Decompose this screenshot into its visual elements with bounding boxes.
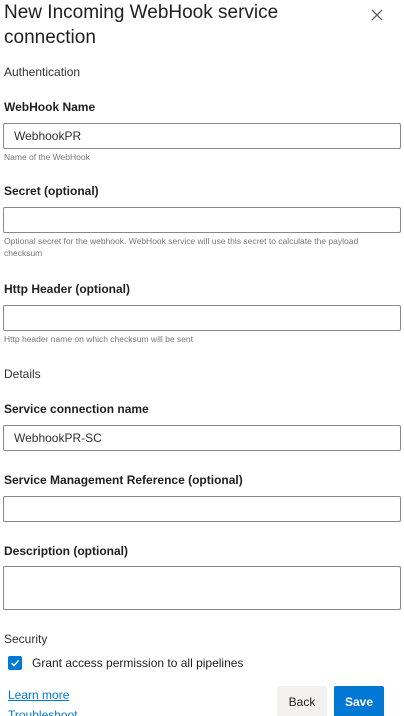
webhook-name-label: WebHook Name [4, 100, 96, 114]
section-details: Details [4, 367, 41, 381]
webhook-name-field[interactable] [3, 123, 401, 149]
grant-access-label: Grant access permission to all pipelines [32, 656, 244, 670]
service-connection-name-field[interactable] [3, 425, 401, 451]
http-header-label: Http Header (optional) [4, 282, 130, 296]
description-label: Description (optional) [4, 544, 128, 558]
panel-title: New Incoming WebHook service connection [4, 2, 279, 48]
service-connection-name-input[interactable] [4, 426, 400, 450]
section-security: Security [4, 632, 48, 646]
webhook-name-input[interactable] [4, 124, 400, 148]
webhook-name-help: Name of the WebHook [4, 152, 90, 162]
section-authentication: Authentication [4, 65, 81, 79]
learn-more-link[interactable]: Learn more [8, 688, 69, 702]
back-button[interactable]: Back [277, 686, 327, 716]
grant-access-checkbox[interactable] [8, 656, 22, 670]
service-management-reference-input[interactable] [4, 497, 400, 521]
service-management-reference-field[interactable] [3, 496, 401, 522]
save-button[interactable]: Save [334, 686, 384, 716]
close-button[interactable] [366, 4, 388, 26]
troubleshoot-link[interactable]: Troubleshoot [8, 708, 78, 716]
checkmark-icon [10, 659, 20, 667]
secret-field[interactable] [3, 207, 401, 233]
description-textarea[interactable] [4, 567, 400, 609]
description-field[interactable] [3, 566, 401, 610]
secret-help: Optional secret for the webhook. WebHook… [4, 236, 359, 258]
service-management-reference-label: Service Management Reference (optional) [4, 473, 243, 487]
secret-input[interactable] [4, 208, 400, 232]
service-connection-panel: New Incoming WebHook service connection … [0, 0, 404, 716]
http-header-help: Http header name on which checksum will … [4, 334, 193, 344]
service-connection-name-label: Service connection name [4, 402, 149, 416]
http-header-input[interactable] [4, 306, 400, 330]
close-icon [371, 9, 383, 21]
secret-label: Secret (optional) [4, 184, 99, 198]
http-header-field[interactable] [3, 305, 401, 331]
